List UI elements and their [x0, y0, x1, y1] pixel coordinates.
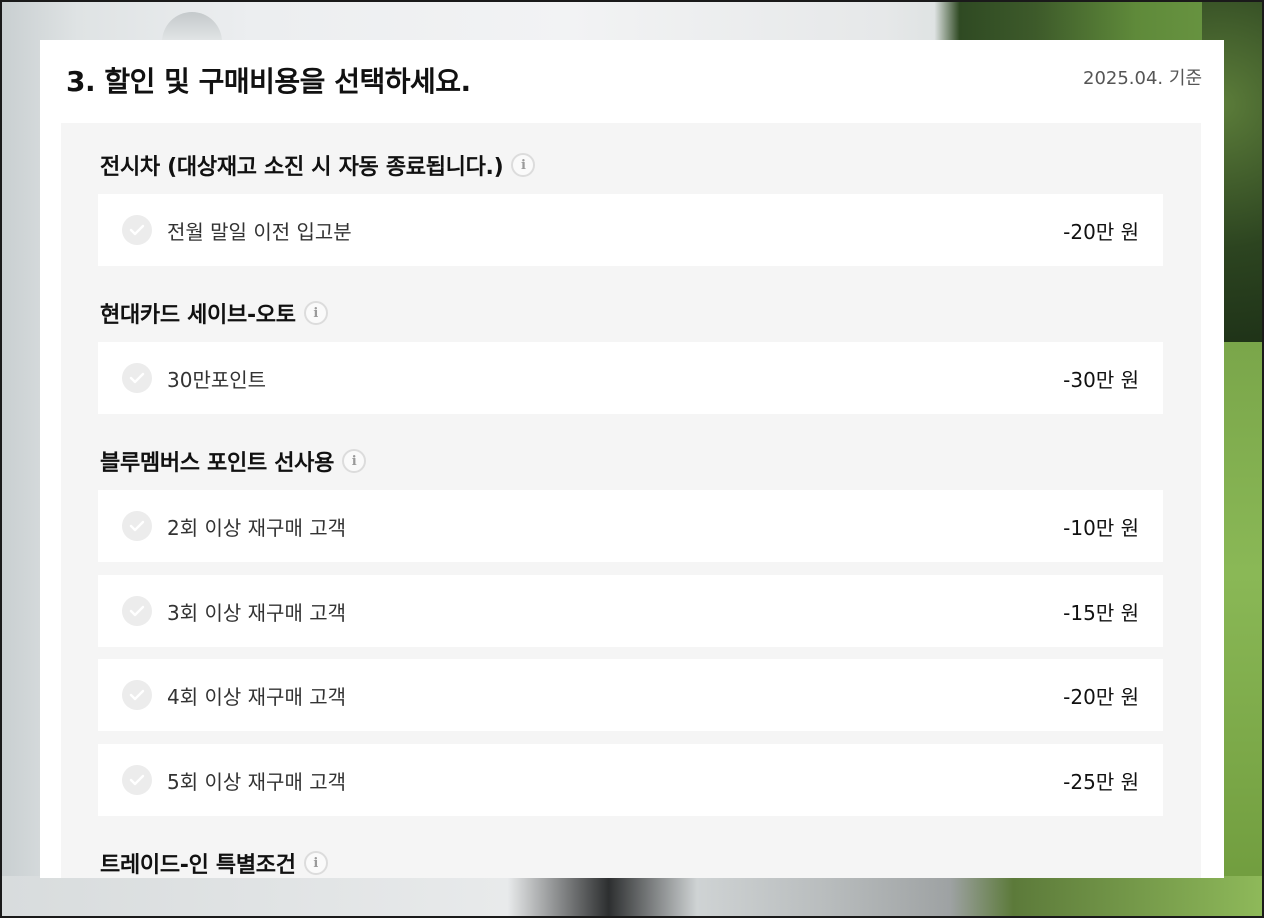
option-bluemembers-4[interactable]: 4회 이상 재구매 고객 -20만 원 — [98, 659, 1163, 731]
option-label: 3회 이상 재구매 고객 — [167, 601, 346, 625]
option-bluemembers-3[interactable]: 3회 이상 재구매 고객 -15만 원 — [98, 575, 1163, 647]
option-label: 전월 말일 이전 입고분 — [167, 220, 352, 244]
option-amount: -20만 원 — [1063, 220, 1139, 244]
check-icon[interactable] — [122, 596, 152, 626]
check-icon[interactable] — [122, 363, 152, 393]
option-amount: -25만 원 — [1063, 770, 1139, 794]
check-icon[interactable] — [122, 215, 152, 245]
option-label: 4회 이상 재구매 고객 — [167, 685, 346, 709]
section-title-text: 현대카드 세이브-오토 — [100, 303, 296, 328]
section-title-text: 블루멤버스 포인트 선사용 — [100, 451, 335, 476]
panel-header: 3. 할인 및 구매비용을 선택하세요. 2025.04. 기준 — [66, 58, 1202, 100]
as-of-date: 2025.04. 기준 — [1083, 68, 1202, 89]
page-title: 3. 할인 및 구매비용을 선택하세요. — [66, 65, 471, 98]
section-title-bluemembers: 블루멤버스 포인트 선사용 i — [100, 445, 367, 477]
option-hyundai-card[interactable]: 30만포인트 -30만 원 — [98, 342, 1163, 414]
option-label: 2회 이상 재구매 고객 — [167, 516, 346, 540]
section-title-trade-in: 트레이드-인 특별조건 i — [100, 847, 328, 878]
option-amount: -30만 원 — [1063, 368, 1139, 392]
info-icon[interactable]: i — [303, 851, 328, 875]
option-amount: -20만 원 — [1063, 685, 1139, 709]
check-icon[interactable] — [122, 765, 152, 795]
option-amount: -15만 원 — [1063, 601, 1139, 625]
info-icon[interactable]: i — [511, 153, 536, 177]
section-title-exhibition-car: 전시차 (대상재고 소진 시 자동 종료됩니다.) i — [100, 149, 536, 181]
check-icon[interactable] — [122, 511, 152, 541]
option-label: 5회 이상 재구매 고객 — [167, 770, 346, 794]
discount-panel: 3. 할인 및 구매비용을 선택하세요. 2025.04. 기준 전시차 (대상… — [40, 40, 1224, 878]
check-icon[interactable] — [122, 680, 152, 710]
background-car-handle — [162, 12, 222, 42]
section-title-text: 전시차 (대상재고 소진 시 자동 종료됩니다.) — [100, 155, 504, 180]
option-label: 30만포인트 — [167, 368, 267, 392]
background-car-bottom — [2, 876, 1262, 916]
option-exhibition-car[interactable]: 전월 말일 이전 입고분 -20만 원 — [98, 194, 1163, 266]
section-title-text: 트레이드-인 특별조건 — [100, 853, 296, 878]
discount-options-area: 전시차 (대상재고 소진 시 자동 종료됩니다.) i 전월 말일 이전 입고분… — [61, 123, 1201, 878]
option-bluemembers-5[interactable]: 5회 이상 재구매 고객 -25만 원 — [98, 744, 1163, 816]
info-icon[interactable]: i — [303, 301, 328, 325]
section-title-hyundai-card: 현대카드 세이브-오토 i — [100, 297, 328, 329]
option-bluemembers-2[interactable]: 2회 이상 재구매 고객 -10만 원 — [98, 490, 1163, 562]
info-icon[interactable]: i — [342, 449, 367, 473]
option-amount: -10만 원 — [1063, 516, 1139, 540]
